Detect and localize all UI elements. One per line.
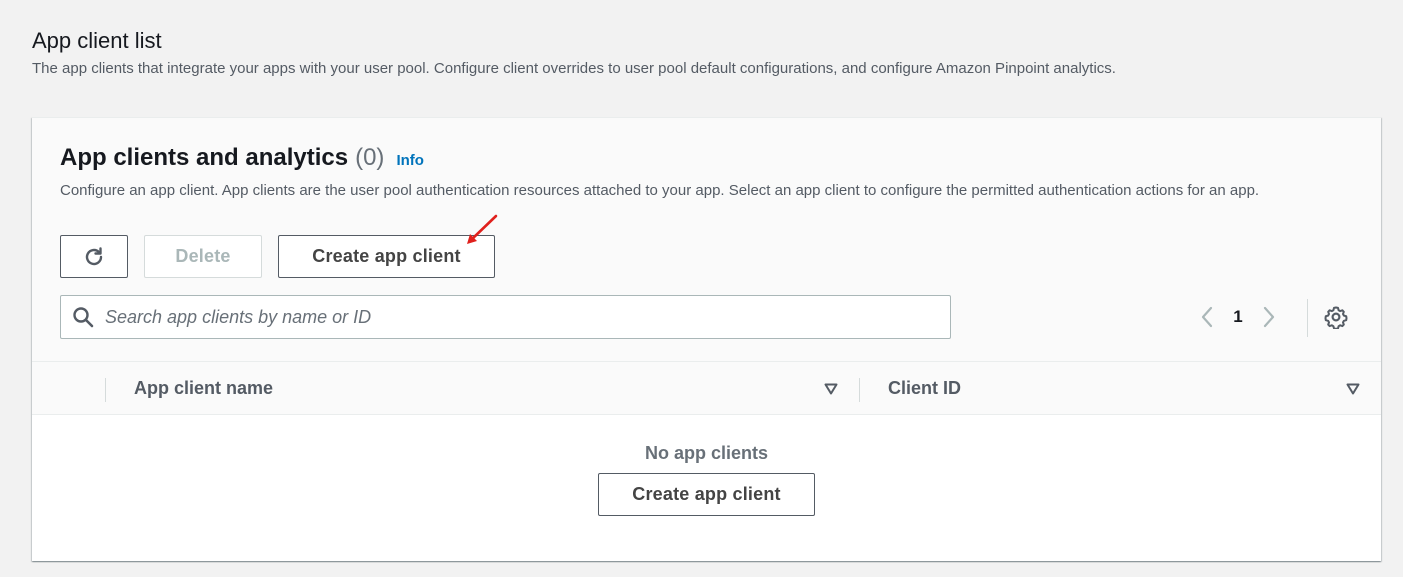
container-heading: App clients and analytics [60,144,349,171]
delete-button[interactable]: Delete [144,235,262,278]
column-separator [105,378,106,402]
info-link[interactable]: Info [396,152,424,169]
chevron-right-icon [1263,306,1275,328]
refresh-icon [85,246,103,265]
search-icon [61,296,105,338]
search-input[interactable] [105,297,950,337]
page-header: App client list The app clients that int… [32,26,1372,79]
next-page-button[interactable] [1254,302,1284,332]
prev-page-button[interactable] [1192,302,1222,332]
heading-row: App clients and analytics (0) Info [60,144,424,172]
preferences-button[interactable] [1321,302,1351,332]
container-header: App clients and analytics (0) Info Confi… [32,118,1381,362]
table-header: App client name Client ID [32,362,1381,415]
create-app-client-button[interactable]: Create app client [278,235,495,278]
gear-icon [1324,306,1348,329]
column-separator [859,378,860,402]
create-app-client-empty-button[interactable]: Create app client [598,473,815,516]
search-box[interactable] [60,295,951,339]
chevron-left-icon [1201,306,1213,328]
pagination: 1 [1192,302,1284,332]
pagination-divider [1307,299,1308,337]
page-description: The app clients that integrate your apps… [32,60,1116,77]
empty-state-title: No app clients [644,443,769,463]
container-description: Configure an app client. App clients are… [60,182,1260,199]
current-page-number[interactable]: 1 [1222,307,1254,327]
refresh-button[interactable] [60,235,128,278]
column-header-app-client-name[interactable]: App client name [134,378,273,399]
app-clients-container: App clients and analytics (0) Info Confi… [32,117,1381,561]
page-title: App client list [32,28,162,53]
caret-down-icon[interactable] [823,381,839,397]
caret-down-icon[interactable] [1345,381,1361,397]
column-header-client-id[interactable]: Client ID [888,378,961,399]
item-counter: (0) [355,144,385,171]
